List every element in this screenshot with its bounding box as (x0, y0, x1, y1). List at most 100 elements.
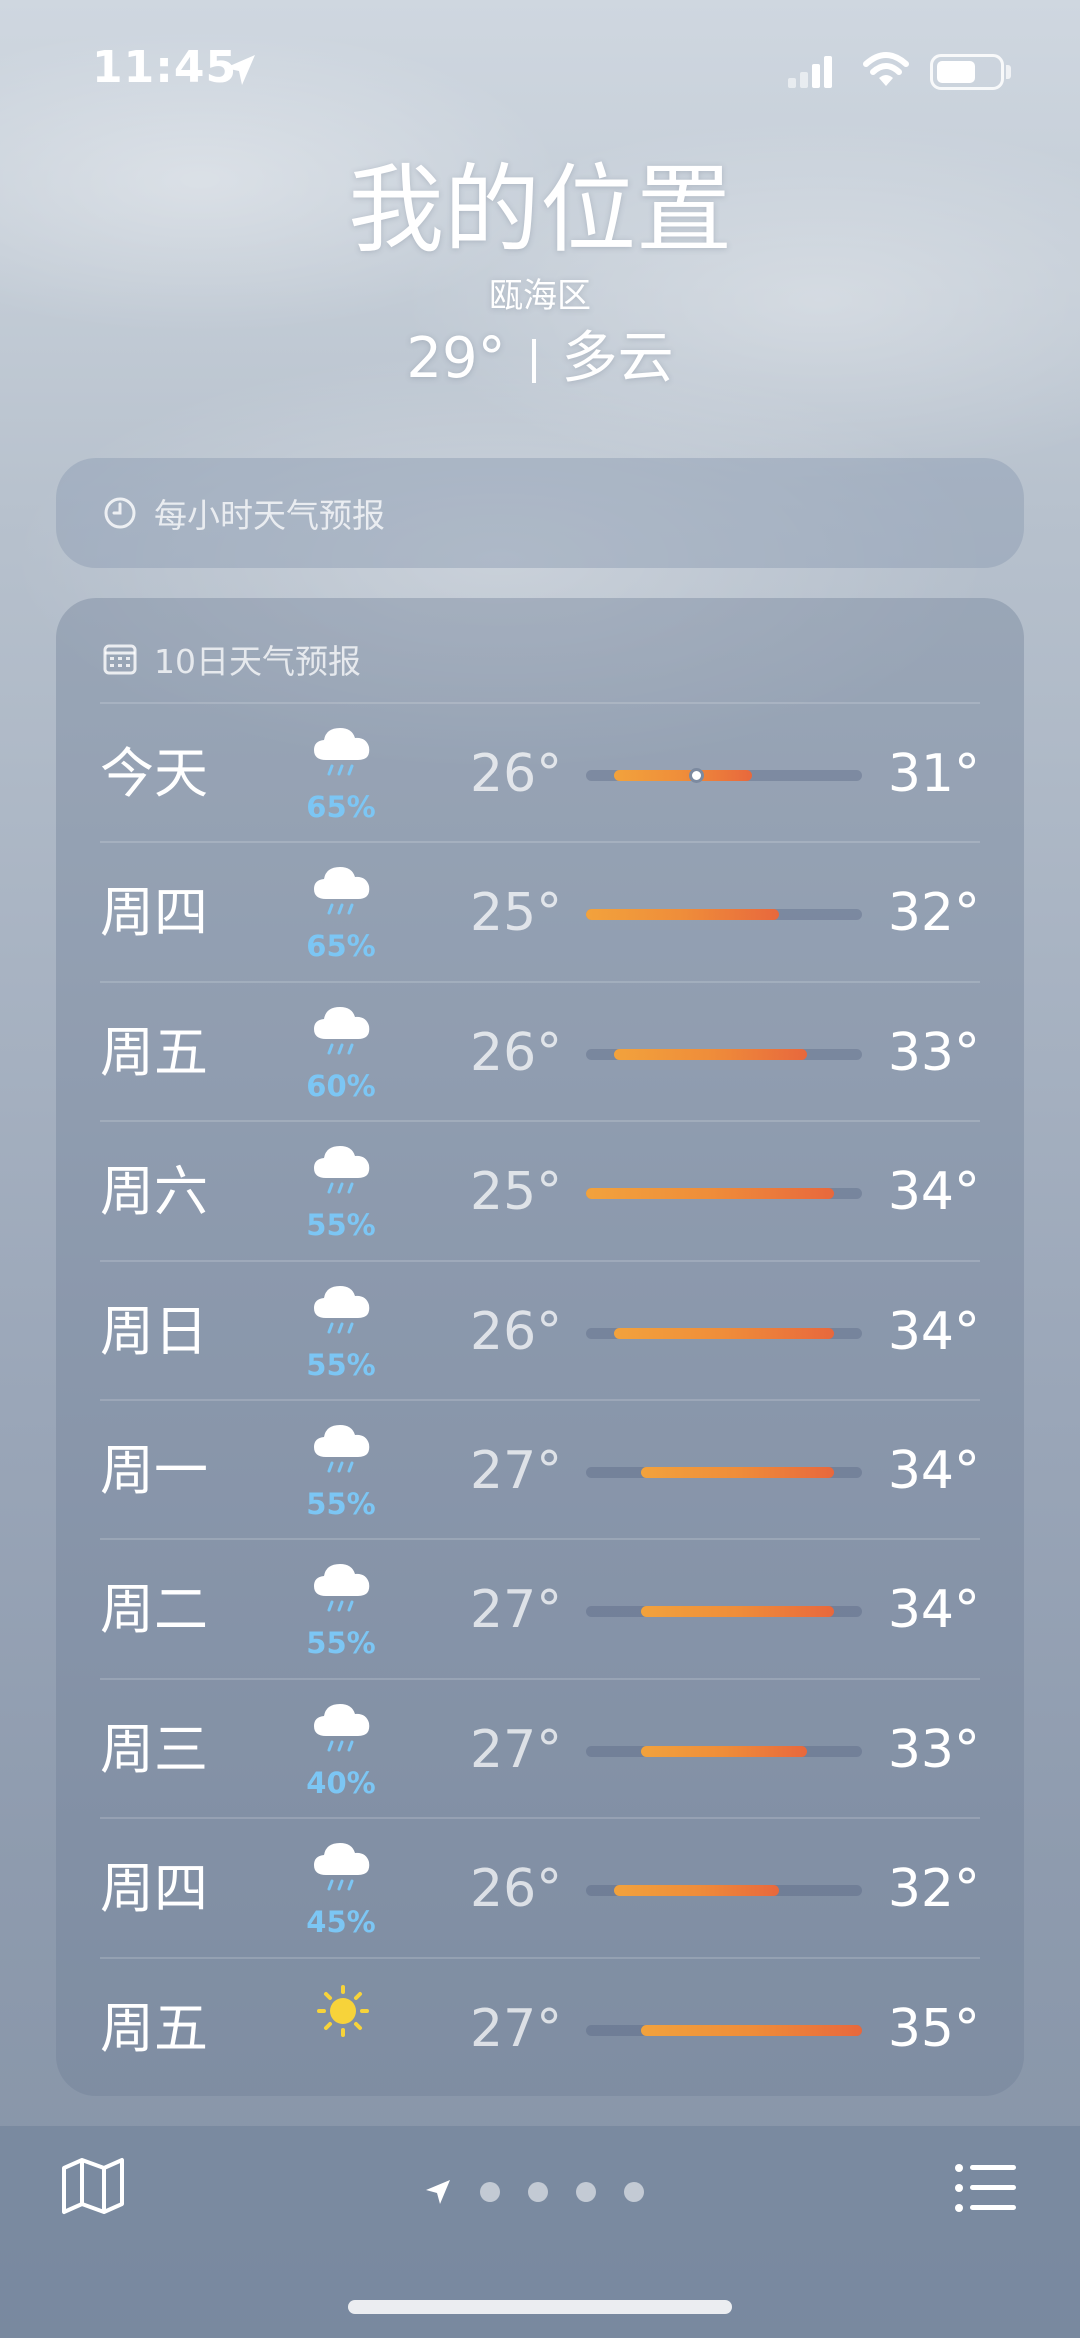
cellular-signal-icon (788, 54, 832, 88)
precip-chance: 40% (306, 1765, 376, 1800)
temp-range-fill (641, 1606, 835, 1618)
day-label: 周六 (100, 1160, 208, 1224)
page-dot[interactable] (528, 2182, 548, 2202)
district-name: 瓯海区 (489, 276, 591, 316)
daily-forecast-list: 今天 65% 26° 31° 周四 65% 25° 32° 周五 60% 26°… (100, 702, 980, 2096)
current-condition: 多云 (561, 326, 674, 391)
sun-icon (308, 1977, 378, 2037)
temp-range-bar (586, 2024, 862, 2036)
forecast-row: 今天 65% 26° 31° (100, 702, 980, 841)
forecast-row: 周四 65% 25° 32° (100, 841, 980, 980)
cloud-rain-icon (308, 1558, 378, 1618)
low-temp: 26° (470, 1022, 563, 1083)
forecast-row: 周四 45% 26° 32° (100, 1817, 980, 1956)
high-temp: 33° (887, 1022, 980, 1083)
high-temp: 32° (887, 1859, 980, 1920)
temp-range-fill (613, 1885, 780, 1897)
low-temp: 26° (470, 1859, 563, 1920)
day-label: 周五 (100, 1020, 208, 1084)
high-temp: 31° (887, 744, 980, 804)
forecast-row: 周一 55% 27° 34° (100, 1398, 980, 1538)
temp-range-fill (586, 909, 780, 921)
low-temp: 27° (470, 1580, 563, 1641)
day-label: 周日 (100, 1299, 208, 1363)
cloud-rain-icon (308, 1698, 378, 1758)
day-label: 周二 (100, 1578, 208, 1642)
temp-range-bar (586, 1745, 862, 1757)
clock-icon (104, 497, 136, 529)
low-temp: 25° (470, 883, 563, 944)
high-temp: 32° (887, 883, 980, 944)
current-temp-dot (688, 768, 704, 783)
temp-range-fill (641, 1745, 807, 1757)
precip-chance: 65% (306, 790, 376, 824)
temp-range-bar (586, 1466, 862, 1478)
temp-range-fill (586, 1188, 835, 1200)
cloud-rain-icon (308, 1001, 378, 1061)
cloud-rain-icon (308, 722, 378, 782)
cloud-rain-icon (308, 1140, 378, 1200)
day-label: 周五 (100, 1996, 208, 2060)
forecast-row: 周二 55% 27° 34° (100, 1538, 980, 1677)
current-temperature: 29° (406, 326, 506, 391)
current-location-page-icon[interactable] (424, 2178, 452, 2206)
temp-range-bar (586, 1188, 862, 1200)
high-temp: 34° (887, 1162, 980, 1223)
page-dot[interactable] (624, 2182, 644, 2202)
hourly-forecast-card[interactable]: 每小时天气预报 (56, 458, 1024, 568)
low-temp: 26° (470, 744, 563, 804)
page-indicator[interactable] (424, 2178, 644, 2206)
page-dot[interactable] (576, 2182, 596, 2202)
temp-range-fill (613, 1048, 807, 1060)
ten-day-forecast-card[interactable]: 10日天气预报 今天 65% 26° 31° 周四 65% 25° 32° 周五… (56, 598, 1024, 2096)
precip-chance: 55% (306, 1486, 376, 1521)
low-temp: 27° (470, 1719, 563, 1780)
page-dot[interactable] (480, 2182, 500, 2202)
temp-range-bar (586, 1048, 862, 1060)
temp-range-fill (641, 1466, 835, 1478)
high-temp: 34° (887, 1440, 980, 1501)
forecast-row: 周六 55% 25° 34° (100, 1120, 980, 1259)
forecast-row: 周日 55% 26° 34° (100, 1259, 980, 1399)
high-temp: 33° (887, 1719, 980, 1780)
map-icon[interactable] (60, 2156, 126, 2216)
high-temp: 34° (887, 1301, 980, 1362)
temp-range-bar (586, 1327, 862, 1339)
calendar-icon (103, 644, 137, 675)
low-temp: 27° (470, 1998, 563, 2059)
day-label: 周三 (100, 1717, 208, 1781)
precip-chance: 45% (306, 1905, 376, 1940)
status-time: 11:45 (92, 42, 238, 93)
forecast-row: 周五 60% 26° 33° (100, 980, 980, 1120)
home-indicator[interactable] (348, 2300, 732, 2314)
temp-range-fill (613, 1327, 835, 1339)
cloud-rain-icon (308, 861, 378, 921)
hourly-forecast-label: 每小时天气预报 (154, 496, 385, 535)
current-conditions: 29° 多云 (0, 324, 1080, 394)
cloud-rain-icon (308, 1837, 378, 1897)
precip-chance: 60% (306, 1068, 376, 1103)
precip-chance: 55% (306, 1208, 376, 1243)
status-bar: 11:45 (0, 0, 1080, 140)
list-icon[interactable] (954, 2162, 1018, 2214)
day-label: 周一 (100, 1438, 208, 1502)
precip-chance: 55% (306, 1626, 376, 1661)
wifi-icon (863, 52, 909, 86)
temp-range-bar (586, 768, 862, 783)
temp-range-fill (641, 2024, 862, 2036)
cloud-rain-icon (308, 1280, 378, 1340)
location-title: 我的位置 (348, 154, 732, 266)
separator (531, 339, 536, 383)
forecast-row: 周三 40% 27° 33° (100, 1677, 980, 1817)
battery-icon (930, 54, 1004, 90)
location-arrow-icon (225, 55, 255, 85)
low-temp: 27° (470, 1440, 563, 1501)
temp-range-fill (613, 770, 752, 781)
precip-chance: 65% (306, 929, 376, 964)
day-label: 周四 (100, 881, 208, 945)
day-label: 今天 (100, 742, 208, 805)
low-temp: 25° (470, 1162, 563, 1223)
cloud-rain-icon (308, 1419, 378, 1479)
temp-range-bar (586, 909, 862, 921)
battery-cap (1006, 65, 1011, 79)
